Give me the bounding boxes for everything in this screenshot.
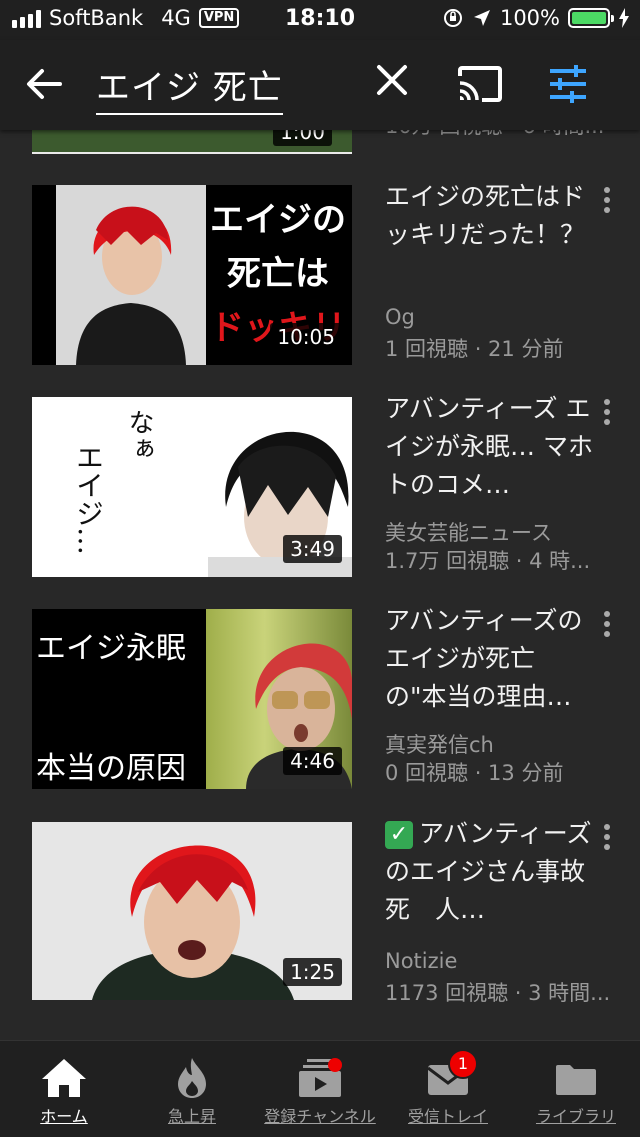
video-views: 1 回視聴 · 21 分前 <box>385 337 564 361</box>
check-mark-icon: ✓ <box>385 821 413 849</box>
channel-name[interactable]: Og <box>385 305 415 329</box>
video-meta: 10万 回視聴 · 6 時間... <box>385 130 604 140</box>
tab-label: 急上昇 <box>167 1107 216 1126</box>
video-title[interactable]: アバンティーズのエイジが死亡の"本当の理由… <box>385 602 595 716</box>
list-item[interactable]: なぁ エイジ… 3:49 アバンティーズ エイジが永眠… マホトのコメ… 美女芸… <box>0 394 640 577</box>
channel-name[interactable]: 美女芸能ニュース <box>385 517 552 547</box>
thumbnail-text: エイジの <box>210 200 346 240</box>
home-icon <box>42 1059 86 1097</box>
video-duration: 3:49 <box>283 535 342 563</box>
list-item[interactable]: 1:25 ✓ アバンティーズのエイジさん事故死 人… Notizie 1173 回… <box>0 819 640 1005</box>
video-title[interactable]: アバンティーズ エイジが永眠… マホトのコメ… <box>385 390 595 504</box>
cast-button[interactable] <box>456 64 506 106</box>
tab-label: 登録チャンネル <box>264 1107 376 1126</box>
thumbnail-text: 死亡は <box>227 254 329 294</box>
list-item[interactable]: エイジの 死亡は ドッキリ 10:05 エイジの死亡はドッキリだった！？ Og … <box>0 182 640 365</box>
video-title-text: アバンティーズのエイジさん事故死 人… <box>385 819 592 924</box>
thumbnail-text: 本当の原因 <box>36 751 186 786</box>
location-arrow-icon <box>473 10 490 26</box>
thumbnail-text: エイジ永眠 <box>36 631 186 666</box>
thumbnail-text: エイジ… <box>72 443 105 555</box>
search-header: エイジ 死亡 <box>0 40 640 130</box>
thumbnail-text: なぁ <box>124 409 154 461</box>
video-views: 0 回視聴 · 13 分前 <box>385 761 564 785</box>
video-thumbnail[interactable]: 1:00 <box>32 130 352 154</box>
rotation-lock-icon <box>443 9 462 27</box>
video-duration: 1:00 <box>273 130 332 146</box>
person-illustration <box>76 206 186 365</box>
video-title[interactable]: ✓ アバンティーズのエイジさん事故死 人… <box>385 815 595 929</box>
battery-fill <box>572 12 606 24</box>
tab-label: 受信トレイ <box>407 1107 488 1126</box>
filter-button[interactable] <box>546 62 594 108</box>
channel-name[interactable]: Notizie <box>385 949 457 973</box>
more-options-button[interactable] <box>596 611 618 641</box>
status-bar: SoftBank 4G VPN 18:10 100% <box>0 0 640 40</box>
tab-label: ライブラリ <box>535 1107 616 1126</box>
back-arrow-icon <box>27 69 62 99</box>
person-illustration <box>92 845 294 1000</box>
video-views: 1.7万 回視聴 · 4 時... <box>385 549 591 573</box>
more-options-button[interactable] <box>596 187 618 217</box>
list-item[interactable]: エイジ永眠 本当の原因 4:46 アバンティーズのエイジが死亡の"本当の理由… … <box>0 606 640 789</box>
battery-icon <box>568 8 614 28</box>
tab-inbox[interactable]: 1 受信トレイ <box>384 1041 512 1137</box>
status-right: 100% <box>442 6 630 30</box>
tab-trending[interactable]: 急上昇 <box>128 1041 256 1137</box>
flame-icon <box>178 1058 206 1098</box>
clear-search-button[interactable] <box>374 62 414 106</box>
channel-name[interactable]: 真実発信ch <box>385 729 494 759</box>
video-thumbnail[interactable]: なぁ エイジ… 3:49 <box>32 397 352 577</box>
filter-icon <box>550 65 586 103</box>
video-duration: 10:05 <box>270 323 342 351</box>
more-options-button[interactable] <box>596 824 618 854</box>
video-thumbnail[interactable]: エイジの 死亡は ドッキリ 10:05 <box>32 185 352 365</box>
video-duration: 1:25 <box>283 958 342 986</box>
video-title[interactable]: エイジの死亡はドッキリだった！？ <box>385 178 595 254</box>
video-thumbnail[interactable]: エイジ永眠 本当の原因 4:46 <box>32 609 352 789</box>
battery-percent: 100% <box>499 6 560 30</box>
more-options-button[interactable] <box>596 399 618 429</box>
cast-icon <box>458 66 502 102</box>
tab-label: ホーム <box>40 1107 88 1126</box>
close-icon <box>377 65 407 95</box>
notification-badge: 1 <box>448 1049 478 1079</box>
tab-library[interactable]: ライブラリ <box>512 1041 640 1137</box>
video-duration: 4:46 <box>283 747 342 775</box>
search-input[interactable]: エイジ 死亡 <box>96 60 283 115</box>
search-results: 1:00 10万 回視聴 · 6 時間... エイジの 死亡は ドッキリ 10:… <box>0 130 640 1040</box>
folder-icon <box>556 1065 596 1095</box>
subscriptions-icon <box>299 1058 342 1097</box>
back-button[interactable] <box>24 64 72 106</box>
list-item[interactable]: 1:00 10万 回視聴 · 6 時間... <box>0 130 640 154</box>
charging-bolt-icon <box>619 8 629 28</box>
video-thumbnail[interactable]: 1:25 <box>32 822 352 1000</box>
tab-home[interactable]: ホーム <box>0 1041 128 1137</box>
tab-subscriptions[interactable]: 登録チャンネル <box>256 1041 384 1137</box>
video-views: 1173 回視聴 · 3 時間... <box>385 981 611 1005</box>
bottom-tab-bar: ホーム 急上昇 登録チャンネル 1 受信トレイ ライブラリ <box>0 1040 640 1137</box>
